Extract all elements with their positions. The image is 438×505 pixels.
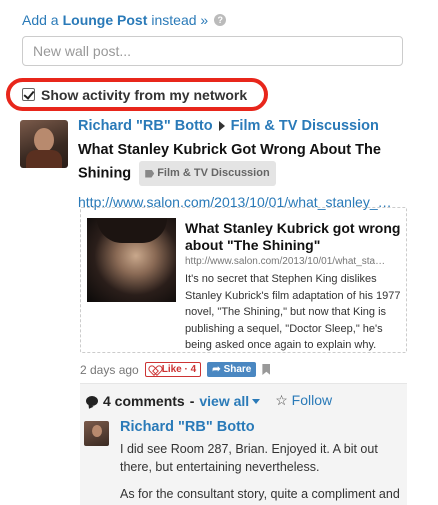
show-activity-toggle[interactable]: Show activity from my network [6, 78, 268, 111]
arrow-right-icon [218, 121, 225, 131]
bookmark-icon[interactable] [262, 364, 271, 375]
heart-icon [150, 366, 159, 374]
add-lounge-suffix: instead » [151, 12, 209, 28]
post-tag-label: Film & TV Discussion [157, 167, 270, 179]
like-button[interactable]: Like · 4 [144, 362, 202, 377]
follow-button[interactable]: ☆ Follow [275, 392, 332, 409]
add-lounge-prefix: Add a [22, 12, 59, 28]
post-title: What Stanley Kubrick Got Wrong About The… [78, 140, 418, 186]
follow-label: Follow [291, 392, 333, 408]
link-preview-card[interactable]: What Stanley Kubrick got wrong about "Th… [80, 207, 407, 353]
post-group-link[interactable]: Film & TV Discussion [231, 118, 379, 134]
chevron-down-icon [252, 399, 261, 405]
comment-text: I did see Room 287, Brian. Enjoyed it. A… [120, 440, 402, 503]
author-avatar[interactable] [20, 120, 68, 168]
new-wall-post-input[interactable] [22, 36, 403, 66]
preview-description: It's no secret that Stephen King dislike… [185, 273, 401, 351]
post: Richard "RB" Botto Film & TV Discussion … [78, 118, 418, 210]
preview-thumbnail[interactable] [87, 218, 176, 302]
comment-author-link[interactable]: Richard "RB" Botto [120, 419, 255, 435]
comment-paragraph-2: As for the consultant story, quite a com… [120, 487, 400, 501]
share-icon: ➦ [212, 364, 221, 375]
post-timestamp: 2 days ago [80, 362, 139, 377]
add-lounge-post-link[interactable]: Add a Lounge Post instead » ? [22, 12, 227, 28]
comment-author-avatar[interactable] [84, 421, 109, 446]
view-all-comments-link[interactable]: view all [199, 392, 261, 409]
add-lounge-bold: Lounge Post [62, 12, 148, 28]
comment-bubble-icon [86, 395, 98, 406]
comments-section: 4 comments - view all ☆ Follow Richard "… [80, 383, 407, 505]
like-button-label: Like · 4 [161, 364, 197, 375]
preview-url: http://www.salon.com/2013/10/01/what_sta… [185, 256, 386, 267]
tag-icon [145, 169, 155, 178]
comment-separator: - [189, 392, 195, 409]
view-all-label: view all [199, 392, 250, 409]
preview-title[interactable]: What Stanley Kubrick got wrong about "Th… [185, 220, 403, 254]
share-button-label: Share [223, 364, 252, 375]
comment-paragraph-1: I did see Room 287, Brian. Enjoyed it. A… [120, 442, 378, 474]
star-icon: ☆ [275, 392, 288, 408]
show-activity-label: Show activity from my network [41, 86, 248, 103]
post-meta: 2 days ago Like · 4 ➦ Share [80, 362, 271, 377]
help-icon[interactable]: ? [214, 14, 227, 26]
comment-count: 4 comments [103, 392, 185, 409]
share-button[interactable]: ➦ Share [207, 362, 257, 377]
comments-header: 4 comments - view all ☆ Follow [86, 392, 332, 409]
post-author-link[interactable]: Richard "RB" Botto [78, 118, 213, 134]
post-header: Richard "RB" Botto Film & TV Discussion [78, 118, 418, 134]
show-activity-checkbox[interactable] [22, 88, 35, 101]
post-tag[interactable]: Film & TV Discussion [139, 161, 276, 186]
